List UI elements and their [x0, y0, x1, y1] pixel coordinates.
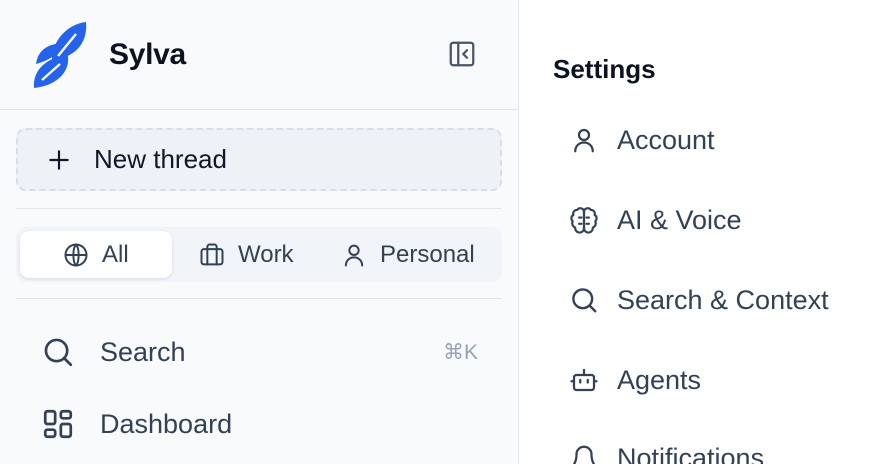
sidebar-item-search[interactable]: Search ⌘K: [40, 330, 480, 374]
divider: [16, 298, 502, 299]
settings-item-notifications[interactable]: Notifications: [568, 436, 764, 464]
settings-item-label: Account: [617, 124, 715, 155]
search-icon: [568, 284, 600, 316]
settings-title: Settings: [553, 54, 656, 84]
sidebar-item-label: Dashboard: [100, 408, 233, 439]
settings-item-label: AI & Voice: [617, 204, 742, 235]
collapse-sidebar-button[interactable]: [444, 36, 480, 72]
user-icon: [344, 244, 364, 266]
sidebar-item-dashboard[interactable]: Dashboard: [40, 402, 480, 446]
filter-tab-all-label: All: [102, 240, 129, 268]
filter-tab-personal-label: Personal: [380, 240, 475, 268]
settings-item-label: Search & Context: [617, 284, 829, 315]
plus-icon: [44, 145, 74, 175]
sylva-logo-icon: [33, 22, 87, 88]
bot-icon: [568, 364, 600, 396]
new-thread-label: New thread: [94, 144, 227, 174]
settings-item-label: Notifications: [617, 442, 765, 464]
user-icon: [568, 124, 600, 156]
settings-item-label: Agents: [617, 364, 702, 395]
dashboard-icon: [40, 406, 76, 442]
thread-filter-segmented-control: All Work Personal: [16, 227, 502, 282]
filter-tab-work[interactable]: Work: [198, 231, 338, 278]
filter-tab-all[interactable]: All: [20, 231, 172, 278]
globe-icon: [64, 243, 88, 266]
search-icon: [40, 334, 76, 370]
keyboard-shortcut: ⌘K: [442, 340, 478, 364]
settings-item-search-context[interactable]: Search & Context: [568, 278, 829, 322]
sidebar-item-label: Search: [100, 336, 186, 367]
filter-tab-personal[interactable]: Personal: [340, 231, 500, 278]
settings-menu: Settings Account AI & Voice Search & Con…: [520, 0, 886, 464]
brain-icon: [568, 204, 600, 236]
briefcase-icon: [200, 243, 224, 265]
new-thread-button[interactable]: New thread: [16, 128, 502, 191]
settings-item-agents[interactable]: Agents: [568, 358, 701, 402]
settings-item-ai-voice[interactable]: AI & Voice: [568, 198, 742, 242]
divider: [16, 208, 502, 209]
filter-tab-work-label: Work: [238, 240, 294, 268]
sidebar: Sylva New thread All Work Personal Searc…: [0, 0, 519, 464]
brand-name: Sylva: [109, 38, 186, 71]
brand-header: Sylva: [0, 0, 518, 110]
bell-icon: [568, 442, 600, 464]
settings-item-account[interactable]: Account: [568, 118, 715, 162]
sidebar-collapse-icon: [449, 41, 475, 67]
